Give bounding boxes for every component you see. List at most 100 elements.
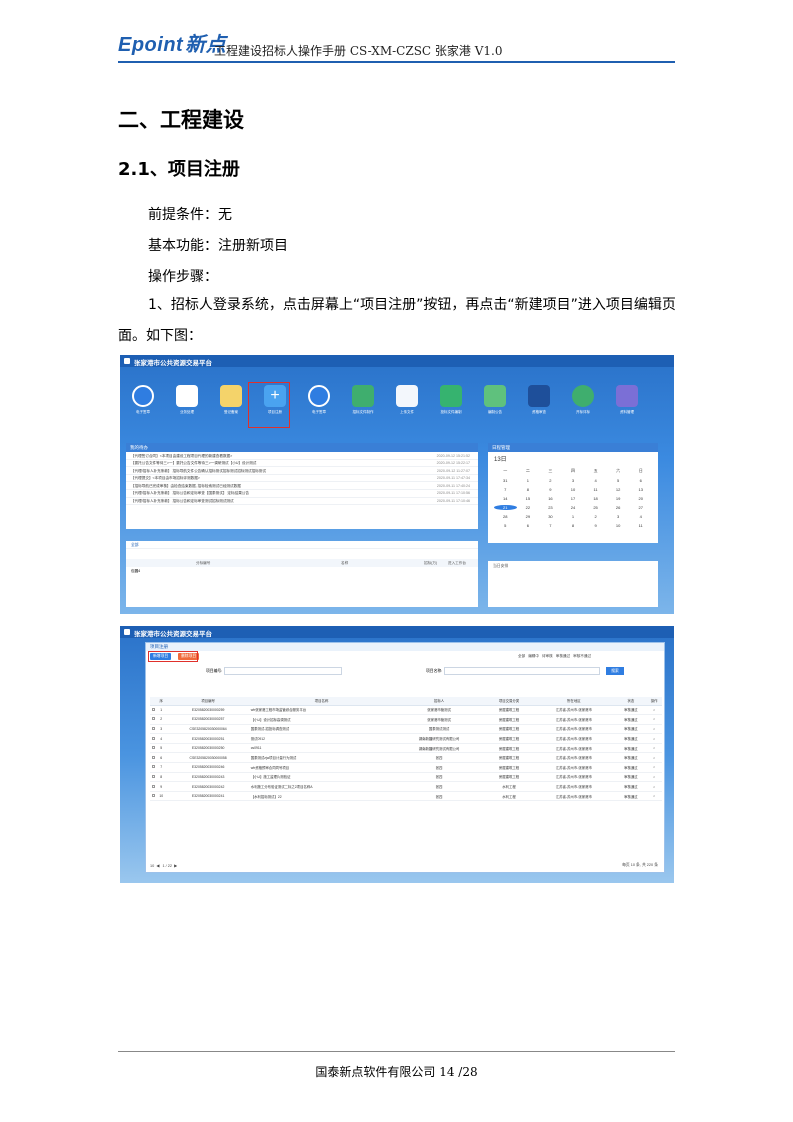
- todo-row[interactable]: 【招标导航已完成审核】由检查结束数据, 招标检索测试已经测试数据 2020-09-…: [126, 482, 478, 490]
- filter-option[interactable]: 编辑中: [528, 654, 539, 658]
- search-icon[interactable]: ⌕: [646, 762, 662, 773]
- table-row[interactable]: 2 E3205820030000257 【小U】设计招标高调测试 张家港市管测试 房屋建…: [150, 714, 662, 725]
- func-item[interactable]: 招标文件制作: [346, 385, 380, 415]
- calendar-day[interactable]: 22: [517, 505, 540, 510]
- row-checkbox[interactable]: [150, 772, 157, 783]
- search-icon[interactable]: ⌕: [646, 743, 662, 754]
- calendar-day[interactable]: 27: [629, 505, 652, 510]
- calendar-day[interactable]: 3: [562, 478, 585, 483]
- todo-row[interactable]: 【代理/招标人补充条款】 招标公告和定标审查【国泰测试】 定标结果公告 2020-…: [126, 490, 478, 498]
- func-item[interactable]: 投标文件编制: [434, 385, 468, 415]
- func-item[interactable]: 资格审查: [522, 385, 556, 415]
- func-item[interactable]: 上传文件: [390, 385, 424, 415]
- table-row[interactable]: 3 CSE3205820030000064 国泰测试-招投标调查测试 国泰测试测试 房屋…: [150, 724, 662, 735]
- calendar-day[interactable]: 5: [607, 478, 630, 483]
- search-icon[interactable]: ⌕: [646, 781, 662, 792]
- search-icon[interactable]: ⌕: [646, 733, 662, 744]
- calendar-day[interactable]: 7: [494, 487, 517, 492]
- search-icon[interactable]: ⌕: [646, 752, 662, 764]
- calendar-day[interactable]: 12: [607, 487, 630, 492]
- todo-row[interactable]: 【代理/招标人补充条款】 招标公告和定标审查测试招标测试测试 2020-09-11…: [126, 498, 478, 506]
- calendar-day[interactable]: 23: [539, 505, 562, 510]
- table-row[interactable]: 5 E3205820030000250 cs0911 湖南新疆研究测试有限公司 房屋建筑…: [150, 743, 662, 754]
- calendar-day[interactable]: 17: [562, 496, 585, 501]
- calendar-day[interactable]: 21: [494, 505, 517, 510]
- row-checkbox[interactable]: [150, 791, 157, 802]
- calendar-day[interactable]: 9: [584, 523, 607, 528]
- search-icon[interactable]: ⌕: [646, 772, 662, 783]
- calendar-day[interactable]: 9: [539, 487, 562, 492]
- calendar-day[interactable]: 1: [562, 514, 585, 519]
- row-checkbox[interactable]: [150, 762, 157, 773]
- calendar-day[interactable]: 24: [562, 505, 585, 510]
- row-checkbox[interactable]: [150, 781, 157, 792]
- calendar-day[interactable]: 31: [494, 478, 517, 483]
- row-checkbox[interactable]: [150, 752, 157, 764]
- calendar-day[interactable]: 26: [607, 505, 630, 510]
- calendar-day[interactable]: 29: [517, 514, 540, 519]
- page-number[interactable]: 1: [162, 864, 164, 868]
- project-tabs[interactable]: 全部: [126, 541, 478, 549]
- filter-option[interactable]: 全部: [518, 654, 525, 658]
- row-checkbox[interactable]: [150, 733, 157, 744]
- calendar-grid[interactable]: 一二三四五六日 31 1 2 3 4 5 6 7 8 9 10 11 12 13 14 15 16 17 18 19 20…: [488, 465, 658, 531]
- calendar-day[interactable]: 6: [517, 523, 540, 528]
- func-item[interactable]: 编制公告: [478, 385, 512, 415]
- calendar-day[interactable]: 4: [629, 514, 652, 519]
- calendar-day[interactable]: 8: [517, 487, 540, 492]
- calendar-day[interactable]: 10: [562, 487, 585, 492]
- calendar-day[interactable]: 2: [539, 478, 562, 483]
- func-item[interactable]: 业务处理: [170, 385, 204, 415]
- project-row[interactable]: 包圆4: [126, 567, 478, 575]
- status-filters[interactable]: 全部 编辑中 待审核 审核通过 审核不通过: [518, 654, 591, 659]
- calendar-day[interactable]: 19: [607, 496, 630, 501]
- func-item[interactable]: 电子签章: [126, 385, 160, 415]
- func-item[interactable]: 资料管理: [610, 385, 644, 415]
- search-button[interactable]: 搜索: [606, 667, 624, 675]
- calendar-day[interactable]: 1: [517, 478, 540, 483]
- table-row[interactable]: 8 E3205820030000243 【小U】施工监理片测验证 张四 房屋建筑工程 江苏…: [150, 772, 662, 783]
- row-checkbox[interactable]: [150, 705, 157, 716]
- todo-row[interactable]: 【代理提交】<本项目由市场招标评测数据> 2020-09-11 17:47:34: [126, 475, 478, 483]
- code-input[interactable]: [224, 667, 342, 675]
- calendar-day[interactable]: 5: [494, 523, 517, 528]
- todo-row[interactable]: 【委托公告文件等待三>一】委托公告文件等待三>一调研测试【小U】设计测试 2020…: [126, 460, 478, 468]
- page-size[interactable]: 10: [150, 864, 154, 868]
- calendar-day[interactable]: 4: [584, 478, 607, 483]
- calendar-day[interactable]: 16: [539, 496, 562, 501]
- search-icon[interactable]: ⌕: [646, 724, 662, 735]
- calendar-day[interactable]: 20: [629, 496, 652, 501]
- calendar-day[interactable]: 3: [607, 514, 630, 519]
- calendar-day[interactable]: 14: [494, 496, 517, 501]
- calendar-day[interactable]: 13: [629, 487, 652, 492]
- todo-row[interactable]: 【代理/招标人补充条款】 招标导航文件公告确认招标测试招标测试招标测试招标测试 2…: [126, 467, 478, 475]
- name-input[interactable]: [444, 667, 600, 675]
- filter-all-tab[interactable]: 全部: [131, 543, 139, 547]
- col-checkbox[interactable]: [150, 697, 157, 706]
- table-row[interactable]: 1 E3205820030000259 wfr张家港工程市场监管综合服务平台 张家港市…: [150, 705, 662, 716]
- filter-option[interactable]: 待审核: [542, 654, 553, 658]
- filter-option[interactable]: 审核通过: [556, 654, 570, 658]
- todo-row[interactable]: 【代理签订合同】<本项目由建设工程项目代理的新建查看数据> 2020-09-12 …: [126, 452, 478, 460]
- calendar-day[interactable]: 2: [584, 514, 607, 519]
- calendar-day[interactable]: 18: [584, 496, 607, 501]
- filter-option[interactable]: 审核不通过: [573, 654, 591, 658]
- row-checkbox[interactable]: [150, 724, 157, 735]
- row-checkbox[interactable]: [150, 714, 157, 725]
- calendar-day[interactable]: 25: [584, 505, 607, 510]
- calendar-day[interactable]: 11: [629, 523, 652, 528]
- calendar-day[interactable]: 10: [607, 523, 630, 528]
- search-icon[interactable]: ⌕: [646, 714, 662, 725]
- calendar-day[interactable]: 28: [494, 514, 517, 519]
- table-row[interactable]: 7 E3205820030000246 wfr资格预审合同同号项目 张四 房屋建筑工程江…: [150, 762, 662, 773]
- calendar-day[interactable]: 8: [562, 523, 585, 528]
- pager[interactable]: 10 ◀ 1 / 22 ▶: [150, 863, 177, 868]
- calendar-day[interactable]: 7: [539, 523, 562, 528]
- table-row[interactable]: 6 CSE3205820030000058 国泰测试zjw项目计量行为测试 张四 房屋建…: [150, 752, 662, 764]
- table-row[interactable]: 9 E3205820030000242 水利施工分布验证测试二标之2项目名称A 张四水…: [150, 781, 662, 792]
- calendar-day[interactable]: 30: [539, 514, 562, 519]
- calendar-day[interactable]: 6: [629, 478, 652, 483]
- calendar-day[interactable]: 11: [584, 487, 607, 492]
- calendar-day[interactable]: 15: [517, 496, 540, 501]
- search-icon[interactable]: ⌕: [646, 791, 662, 802]
